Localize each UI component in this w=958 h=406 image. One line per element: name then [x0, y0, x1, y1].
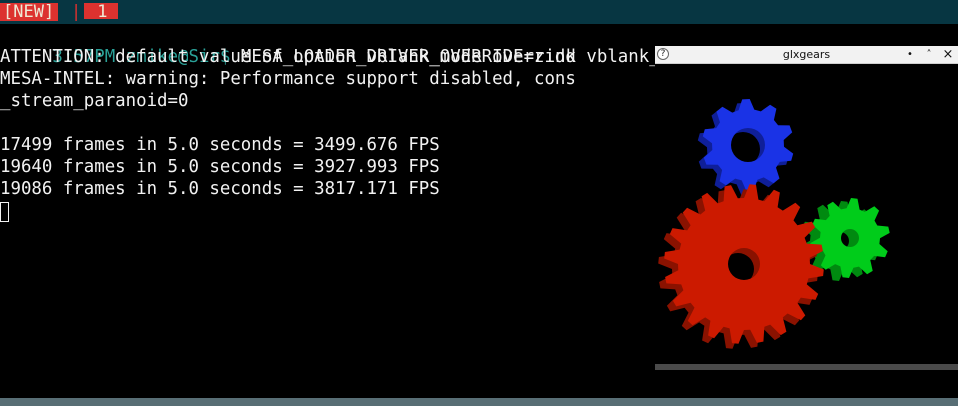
prompt-line: 3:57PM zmike@Sir$ MESA_LOADER_DRIVER_OVE… [0, 24, 869, 67]
tab-separator: | [71, 2, 82, 22]
tab-new[interactable]: [NEW] [0, 3, 58, 21]
fps-line: 17499 frames in 5.0 seconds = 3499.676 F… [0, 135, 440, 155]
tab-1[interactable]: 1 [84, 3, 118, 21]
gears-canvas [658, 99, 890, 349]
output-line-attention: ATTENTION: default value of option vblan… [0, 47, 576, 67]
minimize-icon[interactable]: • [902, 46, 918, 63]
glxgears-window[interactable]: ? glxgears • ˄ × [655, 46, 958, 370]
output-line-paranoid: _stream_paranoid=0 [0, 91, 189, 111]
terminal-cursor [0, 202, 9, 222]
output-line-mesa-intel: MESA-INTEL: warning: Performance support… [0, 69, 576, 89]
tmux-tab-bar: [NEW] | 1 [0, 0, 958, 24]
fps-line: 19086 frames in 5.0 seconds = 3817.171 F… [0, 179, 440, 199]
status-bar [0, 398, 958, 406]
close-icon[interactable]: × [940, 46, 956, 63]
fps-line: 19640 frames in 5.0 seconds = 3927.993 F… [0, 157, 440, 177]
shade-icon[interactable]: ˄ [921, 46, 937, 63]
window-bottom-border [655, 364, 958, 370]
glxgears-titlebar[interactable]: ? glxgears • ˄ × [655, 46, 958, 64]
